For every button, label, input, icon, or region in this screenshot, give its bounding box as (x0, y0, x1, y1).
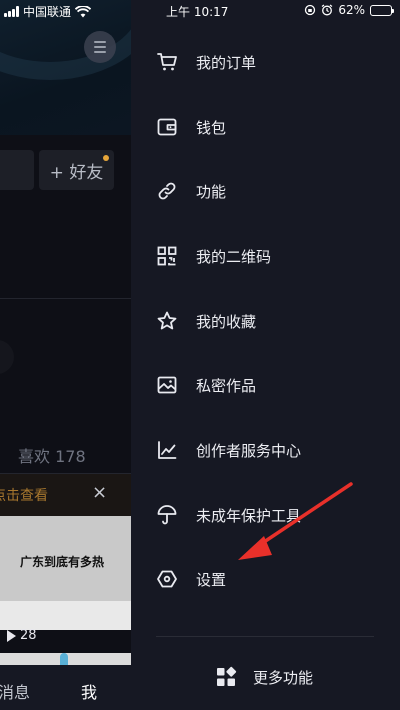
menu-item-label: 我的订单 (196, 54, 257, 72)
side-drawer: 我的订单 钱包 功能 我的二维码 我的收藏 私密作品 创作者服务中心 未成年保护… (131, 0, 400, 710)
profile-page-background: + 好友 喜欢 178 点击查看 × 广东到底有多热 28 消息 我 (0, 0, 131, 710)
menu-item-label: 创作者服务中心 (196, 442, 302, 460)
notification-dot (103, 155, 109, 161)
menu-item-settings[interactable]: 设置 (131, 559, 400, 599)
signal-icon (4, 6, 19, 17)
orientation-lock-icon (305, 4, 316, 16)
play-count: 28 (7, 628, 37, 643)
video-thumbnail[interactable]: 广东到底有多热 (0, 516, 131, 630)
battery-icon (370, 4, 394, 16)
menu-item-label: 私密作品 (196, 377, 257, 395)
menu-item-label: 我的二维码 (196, 248, 272, 266)
wifi-icon (75, 5, 92, 17)
add-friend-label: + 好友 (49, 162, 104, 183)
private-image-icon (157, 376, 177, 394)
link-icon (158, 182, 176, 200)
menu-item-wallet[interactable]: 钱包 (131, 107, 400, 147)
tab-me[interactable]: 我 (81, 679, 97, 703)
status-right: 62% (304, 3, 394, 17)
status-time: 上午 10:17 (166, 5, 229, 19)
play-count-value: 28 (20, 628, 37, 643)
video-thumbnail[interactable] (0, 653, 131, 665)
bottom-tab-bar: 消息 我 (0, 665, 131, 710)
play-icon (7, 629, 16, 642)
settings-hexagon-icon (157, 570, 177, 588)
menu-item-qrcode[interactable]: 我的二维码 (131, 236, 400, 276)
status-bar: 中国联通 上午 10:17 62% (0, 0, 400, 22)
avatar-shadow (0, 340, 14, 374)
tab-messages[interactable]: 消息 (0, 679, 30, 703)
divider (0, 298, 131, 299)
menu-item-label: 我的收藏 (196, 313, 257, 331)
menu-item-private-works[interactable]: 私密作品 (131, 365, 400, 405)
menu-item-label: 功能 (196, 183, 227, 201)
wallet-icon (157, 118, 177, 136)
thumbnail-footer (0, 601, 131, 630)
more-features-button[interactable]: 更多功能 (215, 663, 335, 691)
cart-icon (157, 53, 177, 71)
hamburger-menu-button[interactable] (84, 31, 116, 63)
grid-icon (217, 666, 237, 686)
menu-item-favorites[interactable]: 我的收藏 (131, 301, 400, 341)
umbrella-icon (157, 505, 177, 525)
more-features-label: 更多功能 (253, 669, 314, 687)
edit-profile-button[interactable] (0, 150, 34, 190)
status-left: 中国联通 (4, 3, 92, 20)
likes-tab[interactable]: 喜欢 178 (18, 443, 86, 467)
menu-item-label: 未成年保护工具 (196, 507, 302, 525)
menu-item-label: 钱包 (196, 119, 227, 137)
menu-item-orders[interactable]: 我的订单 (131, 42, 400, 82)
notice-bar[interactable]: 点击查看 × (0, 474, 131, 516)
menu-item-features[interactable]: 功能 (131, 171, 400, 211)
add-friend-button[interactable]: + 好友 (39, 150, 114, 190)
alarm-icon (321, 4, 333, 16)
battery-percent: 62% (338, 3, 365, 17)
carrier-name: 中国联通 (23, 5, 72, 19)
star-icon (157, 311, 177, 330)
close-icon[interactable]: × (92, 482, 107, 503)
menu-item-minor-protection[interactable]: 未成年保护工具 (131, 495, 400, 535)
qrcode-icon (157, 246, 177, 266)
chart-icon (158, 441, 177, 459)
menu-item-label: 设置 (196, 571, 227, 589)
notice-text[interactable]: 点击查看 (0, 485, 48, 505)
drawer-divider (156, 636, 374, 637)
video-title: 广东到底有多热 (20, 555, 105, 569)
menu-item-creator-center[interactable]: 创作者服务中心 (131, 430, 400, 470)
